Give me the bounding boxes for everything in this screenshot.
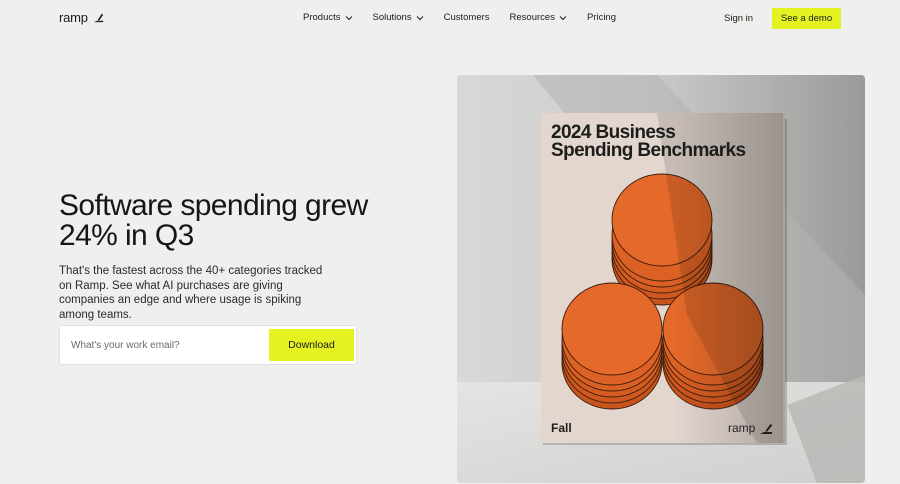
- nav-item-pricing[interactable]: Pricing: [587, 12, 616, 23]
- nav-item-customers[interactable]: Customers: [444, 12, 490, 23]
- nav-item-label: Resources: [509, 12, 555, 23]
- hero-subtext: That's the fastest across the 40+ catego…: [59, 265, 323, 321]
- download-button[interactable]: Download: [269, 329, 354, 361]
- report-season: Fall: [551, 421, 572, 435]
- email-capture-form: Download: [59, 325, 357, 365]
- report-cover-image: 2024 Business Spending Benchmarks Fall r…: [457, 75, 865, 483]
- chevron-down-icon: [345, 15, 352, 20]
- nav-item-label: Products: [303, 12, 341, 23]
- report-title-line-2: Spending Benchmarks: [551, 140, 746, 161]
- ramp-logo[interactable]: ramp: [59, 10, 105, 25]
- nav-item-label: Customers: [443, 12, 490, 23]
- report-mockup: 2024 Business Spending Benchmarks Fall r…: [457, 75, 865, 483]
- chevron-down-icon: [416, 15, 423, 20]
- headline-line-1: Software spending grew: [59, 189, 368, 222]
- nav-item-solutions[interactable]: Solutions: [373, 12, 424, 23]
- chevron-down-icon: [559, 15, 567, 20]
- hero-headline: Software spending grew 24% in Q3: [59, 191, 399, 251]
- headline-line-2: 24% in Q3: [59, 219, 194, 252]
- top-navigation: ramp Products Solutions Customers Resour…: [0, 0, 900, 38]
- nav-item-label: Pricing: [586, 12, 616, 23]
- nav-item-label: Solutions: [372, 12, 412, 23]
- logo-wordmark: ramp: [59, 10, 88, 25]
- sign-in-link[interactable]: Sign in: [724, 13, 753, 24]
- work-email-input[interactable]: [71, 326, 261, 364]
- ramp-logo-icon: [93, 13, 103, 23]
- main-menu: Products Solutions Customers Resources P…: [303, 12, 636, 23]
- nav-item-products[interactable]: Products: [303, 12, 353, 23]
- nav-item-resources[interactable]: Resources: [510, 12, 567, 23]
- coin-stacks-illustration: [541, 113, 783, 443]
- report-brand: ramp: [728, 421, 756, 435]
- see-a-demo-button[interactable]: See a demo: [772, 8, 841, 29]
